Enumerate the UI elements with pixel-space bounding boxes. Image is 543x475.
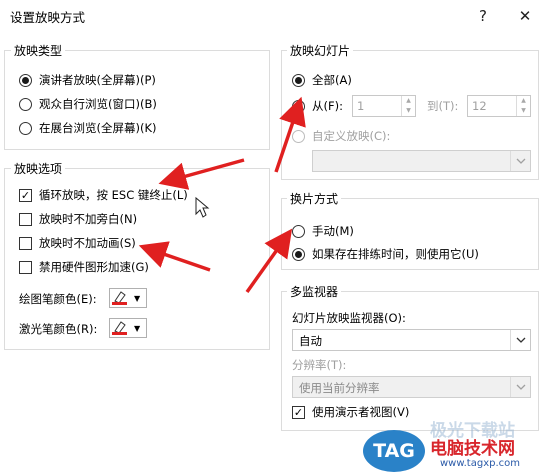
arrow-to-use-timings <box>245 228 293 294</box>
watermark-url: www.tagxp.com <box>440 458 520 469</box>
arrow-to-from-radio <box>274 96 306 173</box>
arrow-to-no-animation <box>138 241 211 272</box>
tag-logo: TAG <box>363 430 425 472</box>
watermark-text: 电脑技术网 <box>430 439 515 459</box>
annotation-arrows <box>138 96 306 294</box>
arrow-to-loop-option <box>158 158 245 190</box>
cursor-icon <box>195 196 210 218</box>
